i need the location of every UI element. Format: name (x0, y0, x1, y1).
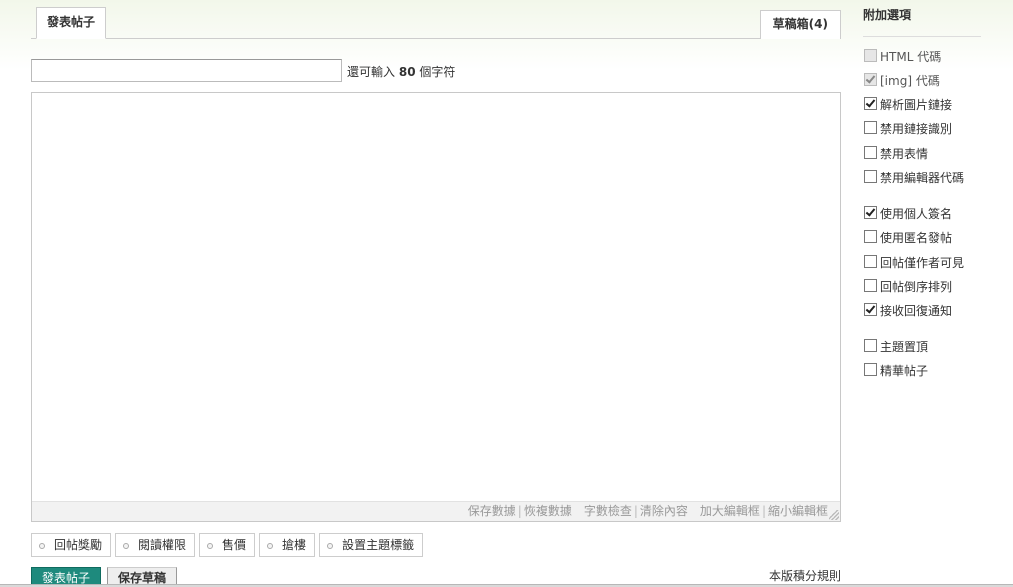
post-editor-main: 發表帖子 草稿箱(4) 還可輸入 80 個字符 保存數據 | 恢複數據 字數檢查 | 清除… (31, 0, 841, 587)
option-label: [img] 代碼 (880, 74, 940, 88)
option-label: 精華帖子 (880, 364, 929, 378)
clear-content-link[interactable]: 清除內容 (640, 504, 688, 518)
checkmark-icon (865, 303, 876, 314)
checkbox[interactable] (864, 339, 877, 352)
message-textarea[interactable] (32, 93, 840, 501)
read-permission-button[interactable]: 閱讀權限 (115, 533, 196, 557)
separator: | (517, 504, 522, 518)
char-check-link[interactable]: 字數檢查 (584, 504, 632, 518)
checkmark-icon (865, 206, 876, 217)
checkbox[interactable] (864, 206, 877, 219)
option-label: 主題置頂 (880, 340, 929, 354)
floor-grab-label: 搶樓 (282, 538, 307, 552)
option-label: 解析圖片鏈接 (880, 98, 953, 112)
bullet-icon (267, 543, 274, 549)
set-tags-button[interactable]: 設置主題標籤 (319, 533, 424, 557)
option-label: 禁用鏈接識別 (880, 122, 953, 136)
option-label: 接收回復通知 (880, 304, 953, 318)
separator: | (633, 504, 638, 518)
option-label: 禁用表情 (880, 147, 929, 161)
checkbox[interactable] (864, 49, 877, 62)
bullet-icon (207, 543, 214, 549)
checkbox[interactable] (864, 363, 877, 376)
checkbox[interactable] (864, 170, 877, 183)
separator: | (761, 504, 766, 518)
checkbox[interactable] (864, 255, 877, 268)
price-label: 售價 (222, 538, 247, 552)
resize-grip-icon[interactable] (829, 510, 839, 520)
tab-post[interactable]: 發表帖子 (36, 7, 107, 39)
extra-options-sidebar: 附加選項 HTML 代碼 [img] 代碼 解析圖片鏈接 禁用鏈接識別 禁用表情… (863, 0, 981, 587)
remaining-suffix: 個字符 (419, 65, 456, 79)
checkbox[interactable] (864, 230, 877, 243)
credit-rules-link[interactable]: 本版積分規則 (769, 567, 841, 584)
option-label: 使用個人簽名 (880, 207, 953, 221)
subject-input[interactable] (31, 59, 342, 82)
subject-row: 還可輸入 80 個字符 (31, 59, 841, 83)
checkbox[interactable] (864, 303, 877, 316)
checkbox[interactable] (864, 97, 877, 110)
tab-bar: 發表帖子 草稿箱(4) (31, 7, 841, 39)
checkbox[interactable] (864, 279, 877, 292)
save-data-link[interactable]: 保存數據 (468, 504, 516, 518)
checkmark-icon (865, 97, 876, 108)
option-label: 禁用編輯器代碼 (880, 171, 965, 185)
remaining-prefix: 還可輸入 (347, 65, 396, 79)
message-editor: 保存數據 | 恢複數據 字數檢查 | 清除內容 加大編輯框 | 縮小編輯框 (31, 92, 841, 522)
tab-drafts[interactable]: 草稿箱(4) (759, 10, 841, 39)
set-tags-label: 設置主題標籤 (342, 538, 415, 552)
remaining-count: 80 (398, 65, 416, 79)
checkbox[interactable] (864, 73, 877, 86)
checkbox[interactable] (864, 121, 877, 134)
read-permission-label: 閱讀權限 (138, 538, 187, 552)
price-button[interactable]: 售價 (199, 533, 256, 557)
restore-data-link[interactable]: 恢複數據 (524, 504, 572, 518)
bullet-icon (123, 543, 130, 549)
sidebar-title: 附加選項 (863, 8, 981, 37)
remaining-chars-hint: 還可輸入 80 個字符 (347, 63, 455, 80)
enlarge-editor-link[interactable]: 加大編輯框 (700, 504, 760, 518)
option-label: HTML 代碼 (880, 50, 942, 64)
floor-grab-button[interactable]: 搶樓 (259, 533, 316, 557)
extra-options-bar: 回帖獎勵 閱讀權限 售價 搶樓 設置主題標籤 (31, 533, 424, 557)
option-label: 回帖僅作者可見 (880, 256, 965, 270)
editor-status-bar: 保存數據 | 恢複數據 字數檢查 | 清除內容 加大編輯框 | 縮小編輯框 (32, 501, 840, 521)
bullet-icon (39, 543, 45, 549)
reply-reward-button[interactable]: 回帖獎勵 (31, 533, 112, 557)
bullet-icon (327, 543, 334, 549)
shrink-editor-link[interactable]: 縮小編輯框 (768, 504, 828, 518)
option-label: 使用匿名發帖 (880, 231, 953, 245)
option-label: 回帖倒序排列 (880, 280, 953, 294)
checkbox[interactable] (864, 146, 877, 159)
checkmark-icon (865, 73, 876, 84)
reply-reward-label: 回帖獎勵 (54, 538, 103, 552)
